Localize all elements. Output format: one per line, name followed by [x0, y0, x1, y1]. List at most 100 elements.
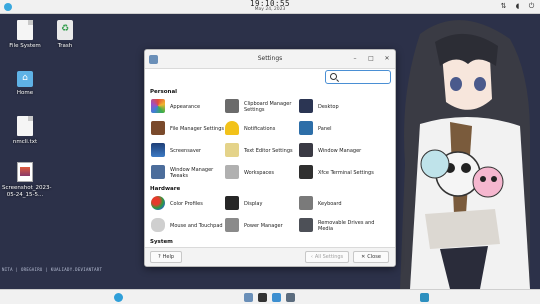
settings-item-appearance[interactable]: Appearance [151, 98, 231, 116]
mouse-icon [151, 218, 165, 232]
section-title-hardware: Hardware [150, 186, 181, 192]
desktop-icon [299, 99, 313, 113]
section-title-system: System [150, 239, 173, 245]
window-manager-icon [299, 143, 313, 157]
taskbar-launcher-icon[interactable] [114, 293, 123, 302]
settings-item-label: Clipboard Manager Settings [244, 101, 292, 113]
image-file-icon [17, 162, 33, 182]
color-profiles-icon [151, 196, 165, 210]
window-button-bar: ? Help ‹ All Settings ✕ Close [145, 247, 395, 266]
desktop-icon-label: nmcli.txt [12, 139, 38, 145]
power-manager-icon [225, 218, 239, 232]
settings-item-power-manager[interactable]: Power Manager [225, 217, 305, 235]
clipboard-icon [225, 99, 239, 113]
settings-item-label: Display [244, 201, 263, 207]
system-tray: ⇅ ◖ ⏻ [499, 2, 536, 11]
settings-item-label: Removable Drives and Media [318, 220, 375, 232]
help-icon: ? [157, 254, 161, 260]
settings-item-workspaces[interactable]: Workspaces [225, 164, 305, 182]
settings-item-label: Color Profiles [170, 201, 203, 207]
file-manager-icon [151, 121, 165, 135]
settings-list: Personal Appearance Clipboard Manager Se… [145, 89, 395, 248]
settings-item-label: Power Manager [244, 223, 283, 229]
taskbar-terminal-icon[interactable] [258, 293, 267, 302]
workspaces-icon [225, 165, 239, 179]
settings-item-mouse[interactable]: Mouse and Touchpad [151, 217, 231, 235]
home-folder-icon [17, 71, 33, 87]
settings-item-panel[interactable]: Panel [299, 120, 379, 138]
back-arrow-icon: ‹ [310, 254, 313, 260]
settings-item-wm-tweaks[interactable]: Window Manager Tweaks [151, 164, 231, 182]
settings-item-desktop[interactable]: Desktop [299, 98, 379, 116]
settings-item-removable-drives[interactable]: Removable Drives and Media [299, 217, 379, 235]
close-button-label: Close [367, 254, 381, 260]
settings-item-label: File Manager Settings [170, 126, 224, 132]
desktop-icon-home[interactable]: Home [2, 68, 48, 97]
clock-date: May 24, 2023 [254, 7, 286, 12]
wallpaper-credit-text: NITA | OREGAIRU | KUALIADY.DEVIANTART [2, 267, 103, 272]
settings-item-label: Window Manager Tweaks [170, 167, 214, 179]
text-file-icon [17, 116, 33, 136]
settings-window: Settings – □ ✕ Personal Appearance Clipb… [144, 49, 396, 267]
volume-icon[interactable]: ◖ [513, 2, 522, 11]
taskbar-tray-icon[interactable] [420, 293, 429, 302]
top-panel: 19:10:55 May 24, 2023 ⇅ ◖ ⏻ [0, 0, 540, 14]
help-button-label: Help [162, 254, 175, 260]
section-title-personal: Personal [150, 89, 178, 95]
settings-item-notifications[interactable]: Notifications [225, 120, 305, 138]
settings-item-label: Appearance [170, 104, 201, 110]
close-icon[interactable]: ✕ [383, 55, 391, 63]
settings-item-label: Text Editor Settings [244, 148, 293, 154]
window-titlebar[interactable]: Settings – □ ✕ [145, 50, 395, 69]
all-settings-label: All Settings [314, 254, 344, 260]
close-button[interactable]: ✕ Close [353, 251, 389, 263]
settings-item-label: Panel [318, 126, 332, 132]
desktop-icon-label: Trash [57, 43, 73, 49]
display-icon [225, 196, 239, 210]
taskbar-settings-icon[interactable] [244, 293, 253, 302]
settings-item-label: Screensaver [170, 148, 201, 154]
screensaver-icon [151, 143, 165, 157]
wallpaper-character-illustration [400, 20, 530, 289]
search-row [145, 69, 395, 89]
minimize-icon[interactable]: – [351, 55, 359, 63]
settings-item-label: Mouse and Touchpad [170, 223, 223, 229]
desktop-icon-nmcli[interactable]: nmcli.txt [2, 116, 48, 146]
settings-item-label: Notifications [244, 126, 276, 132]
appearance-icon [151, 99, 165, 113]
desktop-icon-trash[interactable]: Trash [42, 20, 88, 50]
settings-item-label: Workspaces [244, 170, 274, 176]
panel-icon [299, 121, 313, 135]
network-icon[interactable]: ⇅ [499, 2, 508, 11]
settings-item-file-manager[interactable]: File Manager Settings [151, 120, 231, 138]
text-editor-icon [225, 143, 239, 157]
desktop-icon-screenshot[interactable]: Screenshot_2023-05-24_15-5... [2, 162, 52, 199]
settings-item-terminal[interactable]: Xfce Terminal Settings [299, 164, 379, 182]
removable-drives-icon [299, 218, 313, 232]
power-icon[interactable]: ⏻ [527, 2, 536, 11]
settings-item-keyboard[interactable]: Keyboard [299, 195, 379, 213]
desktop-icon-label: Home [16, 90, 34, 96]
settings-item-display[interactable]: Display [225, 195, 305, 213]
help-button[interactable]: ? Help [150, 251, 182, 263]
settings-item-color-profiles[interactable]: Color Profiles [151, 195, 231, 213]
settings-item-label: Keyboard [318, 201, 342, 207]
settings-item-text-editor[interactable]: Text Editor Settings [225, 142, 305, 160]
settings-item-label: Desktop [318, 104, 339, 110]
taskbar [0, 289, 540, 304]
maximize-icon[interactable]: □ [367, 55, 375, 63]
search-input[interactable] [340, 72, 388, 82]
window-controls: – □ ✕ [351, 55, 391, 63]
settings-item-label: Xfce Terminal Settings [318, 170, 374, 176]
wallpaper-art [380, 14, 540, 289]
settings-item-clipboard[interactable]: Clipboard Manager Settings [225, 98, 305, 116]
all-settings-button[interactable]: ‹ All Settings [305, 251, 349, 263]
taskbar-browser-icon[interactable] [286, 293, 295, 302]
settings-item-screensaver[interactable]: Screensaver [151, 142, 231, 160]
notifications-icon [225, 121, 239, 135]
close-small-icon: ✕ [361, 254, 366, 260]
settings-item-window-manager[interactable]: Window Manager [299, 142, 379, 160]
search-box[interactable] [325, 70, 391, 84]
settings-item-label: Window Manager [318, 148, 362, 154]
taskbar-file-manager-icon[interactable] [272, 293, 281, 302]
